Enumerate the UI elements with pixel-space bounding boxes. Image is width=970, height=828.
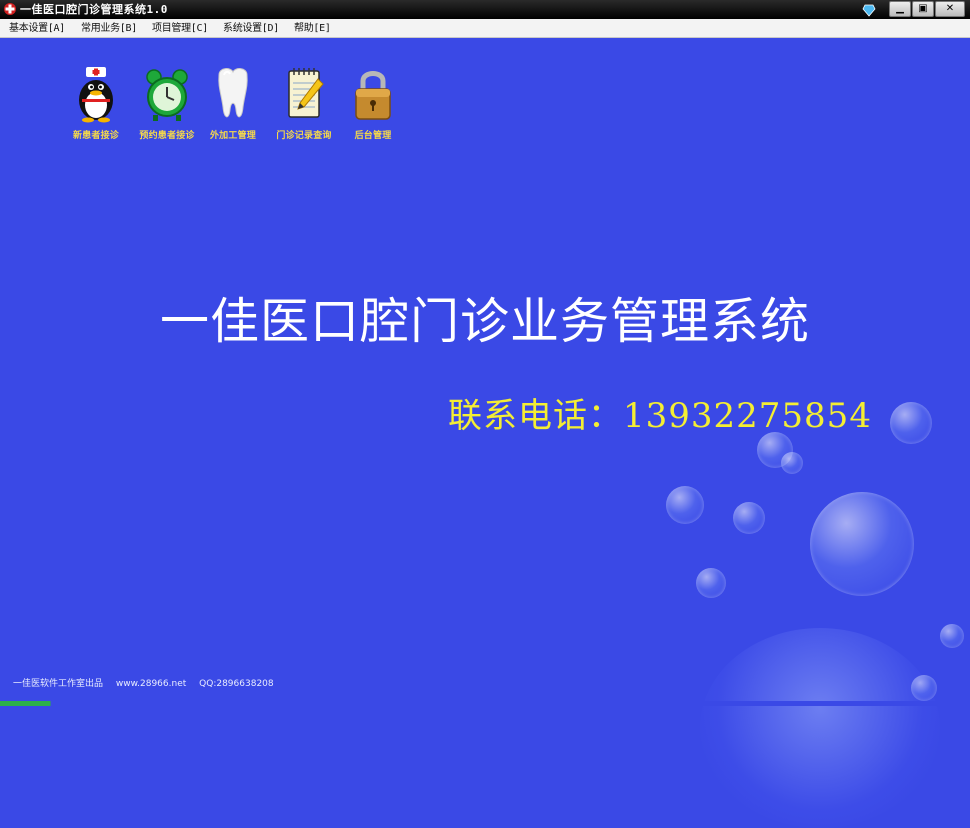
menu-basic-settings[interactable]: 基本设置[A] [9,22,65,35]
bubble-decoration [810,492,914,596]
launcher-backend-admin[interactable]: 后台管理 [341,65,405,141]
launcher-clinic-records[interactable]: 门诊记录查询 [272,65,336,141]
window-title: 一佳医口腔门诊管理系统1.0 [20,3,168,16]
status-bar [0,701,970,706]
notepad-icon [288,68,324,118]
bubble-decoration [733,502,765,534]
bubble-decoration [781,452,803,474]
menu-common-business[interactable]: 常用业务[B] [81,22,137,35]
maximize-button[interactable]: ▣ [912,1,934,17]
bubble-decoration [890,402,932,444]
bubble-decoration [696,568,726,598]
app-logo-icon [4,3,16,15]
skin-gem-icon[interactable] [862,3,876,17]
bubble-decoration [940,624,964,648]
launcher-label: 新患者接诊 [72,131,119,141]
launcher-label: 预约患者接诊 [139,131,195,141]
menu-bar: 基本设置[A] 常用业务[B] 项目管理[C] 系统设置[D] 帮助[E] [0,19,970,38]
launcher-label: 门诊记录查询 [276,131,332,141]
footer-qq: QQ:2896638208 [199,679,274,689]
footer-credits: 一佳医软件工作室出品 www.28966.net QQ:2896638208 [13,676,284,689]
minimize-button[interactable]: ▁ [889,1,911,17]
tooth-icon [218,68,248,118]
close-button[interactable]: ✕ [935,1,965,17]
glow-decoration [700,628,940,828]
launcher-label: 外加工管理 [209,131,256,141]
alarm-clock-icon [146,69,188,121]
launcher-appointment-patient[interactable]: 预约患者接诊 [135,65,199,141]
bubble-decoration [666,486,704,524]
title-bar: 一佳医口腔门诊管理系统1.0 ▁ ▣ ✕ [0,0,970,19]
footer-maker: 一佳医软件工作室出品 [13,679,104,689]
footer-website: www.28966.net [115,679,187,689]
padlock-icon [355,71,391,120]
contact-phone: 联系电话：13932275854 [448,396,872,436]
penguin-nurse-icon [79,67,113,123]
system-headline: 一佳医口腔门诊业务管理系统 [159,293,810,350]
launcher-label: 后台管理 [354,131,392,141]
menu-project-management[interactable]: 项目管理[C] [152,22,208,35]
menu-system-settings[interactable]: 系统设置[D] [223,22,279,35]
menu-help[interactable]: 帮助[E] [294,22,331,35]
launcher-outsourcing[interactable]: 外加工管理 [201,65,265,141]
launcher-new-patient[interactable]: 新患者接诊 [64,65,128,141]
